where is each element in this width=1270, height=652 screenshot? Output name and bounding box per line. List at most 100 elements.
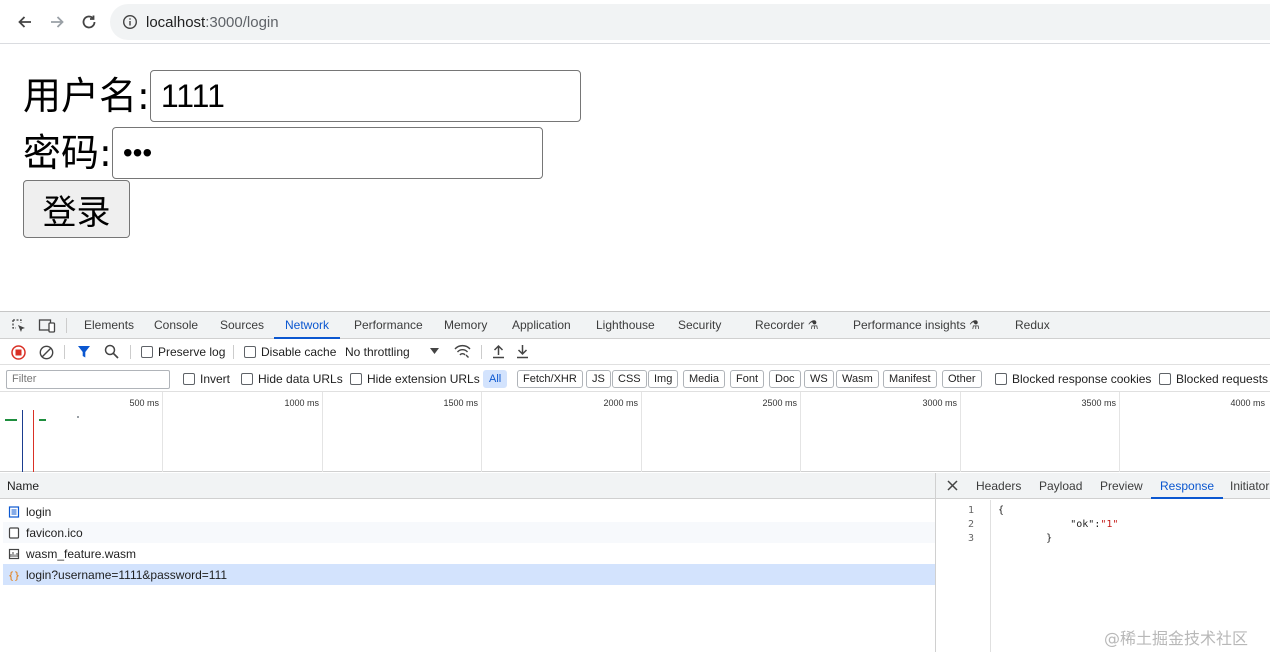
info-icon[interactable] bbox=[122, 14, 138, 30]
request-row[interactable]: wasm_feature.wasm bbox=[3, 543, 935, 564]
tab-sources[interactable]: Sources bbox=[220, 312, 264, 339]
checkbox-box bbox=[244, 346, 256, 358]
password-input[interactable]: ••• bbox=[111, 127, 543, 179]
type-filter-media[interactable]: Media bbox=[683, 370, 725, 388]
inspect-element-icon[interactable] bbox=[11, 318, 27, 334]
username-input[interactable]: 1111 bbox=[149, 70, 581, 122]
svg-text:{}: {} bbox=[8, 571, 20, 581]
response-value: "1" bbox=[1100, 519, 1119, 530]
address-bar[interactable]: localhost:3000/login bbox=[110, 4, 1270, 40]
tab-initiator[interactable]: Initiator bbox=[1230, 473, 1269, 499]
timeline-gridline bbox=[1119, 392, 1120, 472]
type-filter-all[interactable]: All bbox=[483, 370, 508, 388]
device-toolbar-icon[interactable] bbox=[38, 318, 56, 334]
request-bar bbox=[5, 419, 17, 421]
preserve-log-label: Preserve log bbox=[158, 345, 226, 359]
hide-data-urls-checkbox[interactable]: Hide data URLs bbox=[241, 372, 343, 386]
forward-arrow-icon bbox=[51, 16, 64, 28]
type-filter-ws[interactable]: WS bbox=[804, 370, 834, 388]
throttling-select[interactable]: No throttling bbox=[345, 345, 410, 359]
login-button[interactable]: 登录 bbox=[23, 180, 130, 238]
tool-divider bbox=[64, 345, 65, 359]
reload-icon bbox=[82, 15, 96, 29]
tab-elements[interactable]: Elements bbox=[84, 312, 134, 339]
tab-recorder[interactable]: Recorder ⚗ bbox=[755, 312, 818, 339]
type-filter-font[interactable]: Font bbox=[730, 370, 765, 388]
blocked-requests-label: Blocked requests bbox=[1176, 372, 1269, 386]
checkbox-box bbox=[141, 346, 153, 358]
type-filter-js[interactable]: JS bbox=[586, 370, 611, 388]
tab-redux[interactable]: Redux bbox=[1015, 312, 1050, 339]
request-row[interactable]: favicon.ico bbox=[3, 522, 935, 543]
timeline-tick-label: 2000 ms bbox=[603, 398, 638, 408]
document-icon bbox=[8, 505, 20, 518]
tool-divider bbox=[130, 345, 131, 359]
close-icon[interactable] bbox=[947, 480, 958, 491]
response-key: "ok": bbox=[998, 519, 1101, 530]
reload-button[interactable] bbox=[75, 8, 103, 36]
filter-input[interactable]: Filter bbox=[6, 370, 170, 389]
type-filter-css[interactable]: CSS bbox=[612, 370, 647, 388]
checkbox-box bbox=[241, 373, 253, 385]
devtools-panel: Elements Console Sources Network Perform… bbox=[0, 311, 1270, 652]
type-filter-fetch-xhr[interactable]: Fetch/XHR bbox=[517, 370, 583, 388]
timeline-tick-label: 500 ms bbox=[129, 398, 159, 408]
forward-button[interactable] bbox=[43, 8, 71, 36]
tab-lighthouse[interactable]: Lighthouse bbox=[596, 312, 655, 339]
username-label: 用户名: bbox=[23, 74, 150, 118]
clear-icon[interactable] bbox=[39, 345, 54, 360]
network-overview-timeline[interactable]: 500 ms 1000 ms 1500 ms 2000 ms 2500 ms 3… bbox=[0, 392, 1270, 472]
type-filter-wasm[interactable]: Wasm bbox=[836, 370, 879, 388]
timeline-gridline bbox=[960, 392, 961, 472]
tab-performance-insights[interactable]: Performance insights ⚗ bbox=[853, 312, 980, 339]
request-row[interactable]: login bbox=[3, 501, 935, 522]
back-button[interactable] bbox=[11, 8, 39, 36]
request-bar bbox=[77, 416, 79, 418]
import-har-icon[interactable] bbox=[492, 344, 505, 359]
tab-response[interactable]: Response bbox=[1151, 473, 1224, 499]
name-column-header[interactable]: Name bbox=[0, 473, 935, 499]
dropdown-caret-icon[interactable] bbox=[430, 348, 439, 355]
network-conditions-icon[interactable] bbox=[454, 344, 471, 359]
tab-console[interactable]: Console bbox=[154, 312, 198, 339]
filter-funnel-icon[interactable] bbox=[77, 345, 91, 359]
password-value: ••• bbox=[122, 137, 153, 168]
line-number: 2 bbox=[967, 519, 974, 530]
request-row-selected[interactable]: {} login?username=1111&password=111 bbox=[3, 564, 935, 585]
tab-network[interactable]: Network bbox=[274, 312, 341, 339]
timeline-gridline bbox=[162, 392, 163, 472]
disable-cache-checkbox[interactable]: Disable cache bbox=[244, 345, 336, 359]
invert-label: Invert bbox=[200, 372, 231, 386]
type-filter-doc[interactable]: Doc bbox=[769, 370, 801, 388]
tab-payload[interactable]: Payload bbox=[1039, 473, 1082, 499]
blocked-response-cookies-checkbox[interactable]: Blocked response cookies bbox=[995, 372, 1151, 386]
line-number-gutter: 1 2 3 bbox=[936, 500, 991, 652]
tool-divider bbox=[481, 345, 482, 359]
hide-extension-urls-checkbox[interactable]: Hide extension URLs bbox=[350, 372, 480, 386]
invert-checkbox[interactable]: Invert bbox=[183, 372, 230, 386]
tab-memory[interactable]: Memory bbox=[444, 312, 487, 339]
tab-application[interactable]: Application bbox=[512, 312, 571, 339]
network-toolbar: Preserve log Disable cache No throttling bbox=[0, 339, 1270, 365]
tab-performance-insights-label: Performance insights bbox=[853, 318, 966, 332]
tab-preview[interactable]: Preview bbox=[1100, 473, 1143, 499]
tab-performance[interactable]: Performance bbox=[354, 312, 423, 339]
browser-toolbar: localhost:3000/login bbox=[0, 0, 1270, 44]
record-stop-icon[interactable] bbox=[11, 345, 26, 360]
export-har-icon[interactable] bbox=[516, 344, 529, 359]
type-filter-other[interactable]: Other bbox=[942, 370, 982, 388]
blocked-requests-checkbox[interactable]: Blocked requests bbox=[1159, 372, 1268, 386]
type-filter-img[interactable]: Img bbox=[648, 370, 679, 388]
timeline-gridline bbox=[481, 392, 482, 472]
password-label: 密码: bbox=[23, 131, 112, 175]
tab-security[interactable]: Security bbox=[678, 312, 721, 339]
tab-headers[interactable]: Headers bbox=[976, 473, 1021, 499]
load-event-line bbox=[33, 410, 34, 472]
type-filter-manifest[interactable]: Manifest bbox=[883, 370, 937, 388]
tab-divider bbox=[66, 318, 67, 333]
preserve-log-checkbox[interactable]: Preserve log bbox=[141, 345, 225, 359]
search-icon[interactable] bbox=[104, 344, 119, 359]
checkbox-box bbox=[350, 373, 362, 385]
detail-tab-bar: Headers Payload Preview Response Initiat… bbox=[936, 473, 1270, 499]
flask-icon: ⚗ bbox=[969, 318, 980, 332]
